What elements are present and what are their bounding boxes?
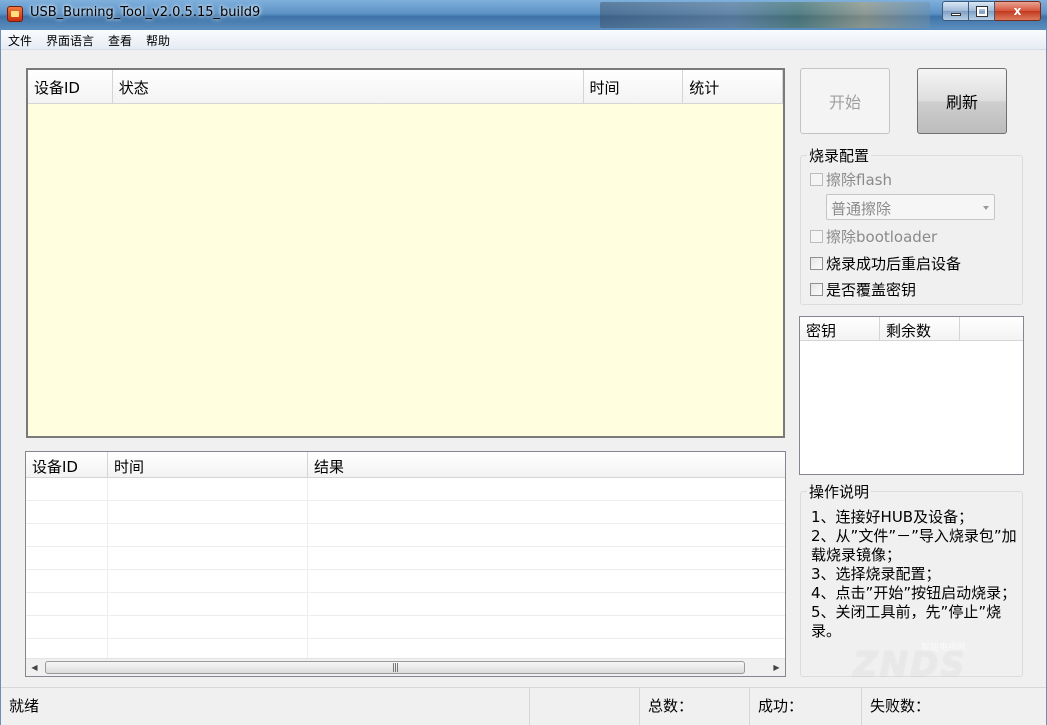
checkbox-box: [810, 230, 823, 243]
scroll-thumb[interactable]: |||: [45, 661, 745, 674]
col-result-time[interactable]: 时间: [108, 452, 308, 477]
horizontal-scrollbar[interactable]: ◀ ||| ▶: [26, 658, 785, 676]
checkbox-box: [810, 173, 823, 186]
checkbox-box: [810, 283, 823, 296]
refresh-button[interactable]: 刷新: [917, 68, 1007, 134]
instructions-title: 操作说明: [807, 481, 872, 502]
main-window: 文件 界面语言 查看 帮助 设备ID 状态 时间 统计 设备ID 时间 结果 ◀…: [0, 30, 1047, 725]
grid-line: [26, 546, 785, 547]
burn-config-title: 烧录配置: [807, 145, 872, 166]
app-icon: [7, 6, 23, 22]
background-deco: [600, 2, 930, 28]
grid-line: [26, 615, 785, 616]
scroll-grip: |||: [391, 662, 399, 673]
col-stats[interactable]: 统计: [683, 70, 783, 103]
key-list[interactable]: 密钥 剩余数: [799, 316, 1024, 475]
result-list[interactable]: 设备ID 时间 结果 ◀ ||| ▶: [25, 451, 786, 677]
grid-line: [26, 523, 785, 524]
key-list-header: 密钥 剩余数: [800, 317, 1023, 341]
watermark-subtitle: 智能电视网: [921, 643, 967, 653]
status-bar: 就绪 总数： 成功： 失败数：: [1, 687, 1046, 725]
status-text: 就绪: [1, 688, 530, 725]
device-list-body[interactable]: [28, 104, 783, 436]
col-key[interactable]: 密钥: [800, 317, 880, 340]
status-fail: 失败数：: [870, 697, 931, 715]
window-title: USB_Burning_Tool_v2.0.5.15_build9: [30, 5, 261, 20]
close-button[interactable]: x: [995, 1, 1041, 21]
erase-mode-select[interactable]: 普通擦除: [826, 194, 995, 220]
grid-line: [26, 500, 785, 501]
col-status[interactable]: 状态: [113, 70, 584, 103]
erase-flash-label: 擦除flash: [826, 171, 892, 189]
checkbox-box: [810, 257, 823, 270]
burn-config-group: 烧录配置 擦除flash 普通擦除 擦除bootloader 烧录成功后重启设备…: [800, 145, 1023, 305]
device-list-header: 设备ID 状态 时间 统计: [28, 70, 783, 104]
result-list-body[interactable]: [26, 478, 785, 658]
menu-file[interactable]: 文件: [1, 30, 39, 50]
menu-language[interactable]: 界面语言: [39, 30, 101, 50]
grid-line: [107, 478, 108, 658]
erase-mode-value: 普通擦除: [831, 200, 892, 218]
menu-help[interactable]: 帮助: [139, 30, 177, 50]
device-list[interactable]: 设备ID 状态 时间 统计: [26, 68, 785, 438]
scroll-left-icon[interactable]: ◀: [26, 659, 43, 676]
minimize-icon: [950, 12, 961, 16]
status-total: 总数：: [640, 688, 750, 725]
close-icon: x: [1013, 4, 1022, 18]
scroll-right-icon[interactable]: ▶: [768, 659, 785, 676]
erase-bootloader-label: 擦除bootloader: [826, 228, 938, 246]
grid-line: [26, 638, 785, 639]
instructions-group: 操作说明 1、连接好HUB及设备； 2、从”文件”－”导入烧录包”加载烧录镜像；…: [800, 481, 1023, 677]
status-success: 成功：: [750, 688, 862, 725]
instructions-text: 1、连接好HUB及设备； 2、从”文件”－”导入烧录包”加载烧录镜像； 3、选择…: [811, 508, 1017, 641]
reboot-after-label: 烧录成功后重启设备: [826, 255, 962, 273]
col-result-device-id[interactable]: 设备ID: [26, 452, 108, 477]
menu-view[interactable]: 查看: [101, 30, 139, 50]
result-list-header: 设备ID 时间 结果: [26, 452, 785, 478]
grid-line: [307, 478, 308, 658]
erase-flash-checkbox[interactable]: 擦除flash: [810, 169, 892, 190]
instruction-line: 4、点击”开始”按钮启动烧录；: [811, 584, 1017, 602]
overwrite-key-label: 是否覆盖密钥: [826, 281, 917, 299]
reboot-after-checkbox[interactable]: 烧录成功后重启设备: [810, 253, 961, 274]
menu-bar: 文件 界面语言 查看 帮助: [1, 30, 1046, 50]
grid-line: [26, 569, 785, 570]
start-button[interactable]: 开始: [800, 68, 890, 134]
maximize-button[interactable]: [969, 1, 995, 21]
title-bar[interactable]: USB_Burning_Tool_v2.0.5.15_build9 x: [0, 0, 1047, 30]
chevron-down-icon: [983, 206, 989, 210]
col-remaining[interactable]: 剩余数: [880, 317, 960, 340]
instruction-line: 5、关闭工具前，先”停止”烧录。: [811, 603, 1002, 640]
instruction-line: 2、从”文件”－”导入烧录包”加载烧录镜像；: [811, 527, 1017, 564]
col-result[interactable]: 结果: [308, 452, 785, 477]
instruction-line: 1、连接好HUB及设备；: [811, 508, 974, 526]
instruction-line: 3、选择烧录配置；: [811, 565, 941, 583]
col-device-id[interactable]: 设备ID: [28, 70, 113, 103]
erase-bootloader-checkbox[interactable]: 擦除bootloader: [810, 226, 937, 247]
status-spacer: [530, 688, 640, 725]
maximize-icon: [975, 5, 988, 17]
overwrite-key-checkbox[interactable]: 是否覆盖密钥: [810, 279, 916, 300]
minimize-button[interactable]: [942, 1, 969, 21]
window-controls: x: [942, 1, 1041, 21]
col-time[interactable]: 时间: [584, 70, 684, 103]
grid-line: [26, 592, 785, 593]
